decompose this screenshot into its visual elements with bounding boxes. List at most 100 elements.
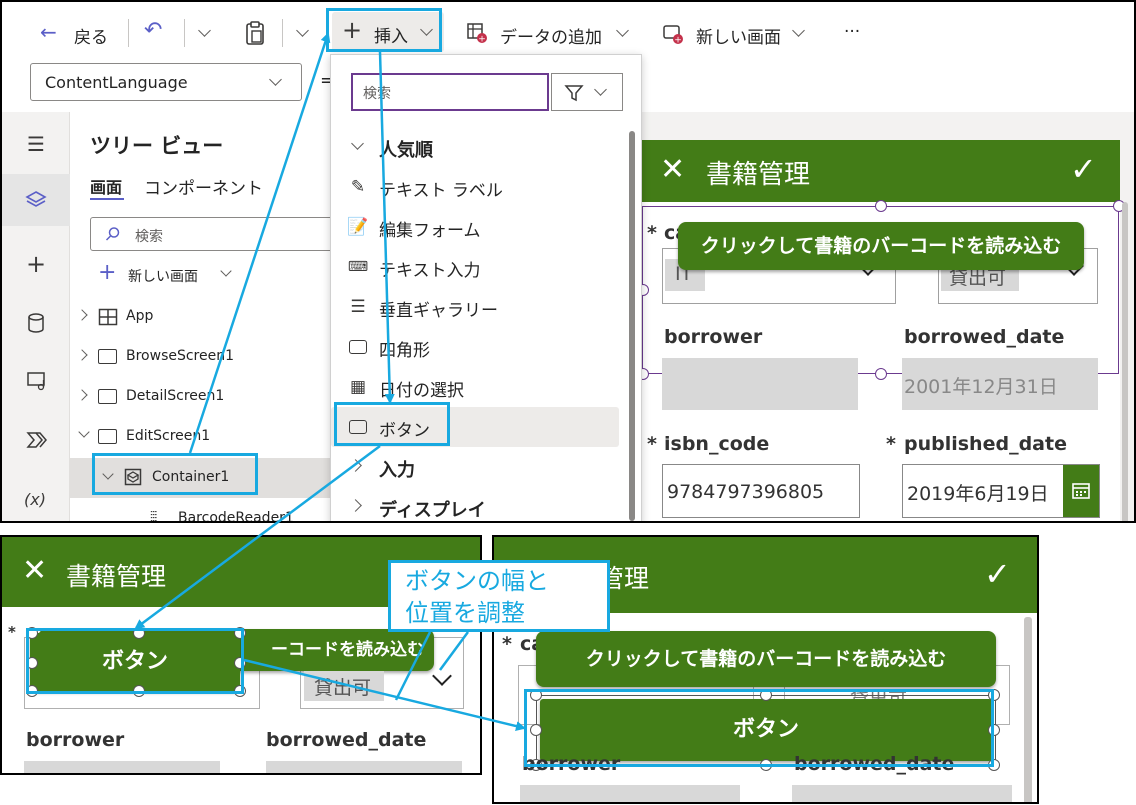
required-asterisk: *: [647, 433, 657, 455]
chevron-down-icon[interactable]: [296, 24, 309, 37]
toolbar-divider: [282, 19, 283, 47]
insert-menu: 検索 人気順 ✎ テキスト ラベル 📝 編集フォーム ⌨ テキスト入力 ☰ 垂直…: [330, 54, 642, 521]
back-arrow-icon: ←: [40, 20, 57, 44]
highlight-container1: [92, 453, 258, 495]
tree-view-title: ツリー ビュー: [90, 134, 224, 158]
menu-section-display[interactable]: ディスプレイ: [331, 487, 621, 521]
layers-icon: [25, 191, 47, 207]
power-automate-tab[interactable]: [26, 430, 48, 454]
menu-item-edit-form[interactable]: 📝 編集フォーム: [331, 207, 621, 247]
screen-title: 書籍管理: [706, 160, 811, 190]
lend-value: 貸出可: [314, 677, 372, 699]
borrower-field[interactable]: [662, 358, 858, 410]
borrower-field: [24, 761, 220, 773]
data-tab[interactable]: [26, 312, 46, 338]
label-icon: ✎: [350, 177, 366, 197]
text-input-icon: ⌨: [347, 259, 369, 275]
close-icon[interactable]: ✕: [22, 553, 47, 588]
published-date-picker[interactable]: 2019年6月19日: [902, 464, 1100, 518]
tree-item-detailscreen1[interactable]: DetailScreen1: [70, 380, 332, 414]
back-button[interactable]: ← 戻る: [38, 20, 118, 48]
menu-item-text-label[interactable]: ✎ テキスト ラベル: [331, 167, 621, 207]
paste-button[interactable]: [244, 20, 266, 46]
hamburger-menu-icon[interactable]: ☰: [22, 130, 50, 158]
resize-handle[interactable]: [875, 368, 887, 380]
undo-button[interactable]: ↶: [144, 18, 172, 46]
borrowed-date-field: [266, 761, 462, 773]
filter-icon: [564, 85, 584, 102]
menu-item-vertical-gallery[interactable]: ☰ 垂直ギャラリー: [331, 287, 621, 327]
borrowed-date-label: borrowed_date: [904, 326, 1065, 348]
menu-scrollbar[interactable]: [629, 131, 635, 521]
search-icon: [105, 227, 120, 241]
isbn-input[interactable]: 9784797396805: [662, 464, 860, 518]
chevron-right-icon: [76, 349, 88, 361]
svg-text:+: +: [674, 36, 682, 46]
menu-section-popular[interactable]: 人気順: [331, 127, 621, 167]
chevron-down-icon: [792, 24, 805, 37]
rectangle-icon: [347, 337, 369, 357]
tab-screens[interactable]: 画面: [90, 174, 124, 200]
close-icon[interactable]: ✕: [660, 152, 685, 187]
borrower-label: borrower: [26, 729, 125, 751]
chevron-down-icon: [78, 426, 90, 438]
menu-section-input[interactable]: 入力: [331, 447, 621, 487]
flow-icon: [26, 432, 47, 448]
checkmark-icon[interactable]: ✓: [1070, 150, 1097, 188]
filter-button[interactable]: [551, 73, 623, 111]
chevron-down-icon[interactable]: [198, 24, 211, 37]
property-dropdown[interactable]: ContentLanguage: [30, 63, 302, 101]
highlight-new-button: [26, 628, 244, 694]
tab-underline: [90, 198, 124, 200]
form-icon: 📝: [347, 217, 369, 237]
menu-item-date-picker[interactable]: ▦ 日付の選択: [331, 367, 621, 407]
highlight-resized-button: [524, 689, 994, 767]
left-icon-rail: ☰ + (x): [2, 112, 70, 521]
chevron-down-icon: [351, 137, 364, 150]
tree-item-barcodereader1[interactable]: ⦙⦙⦙ BarcodeReader1: [70, 502, 332, 521]
borrower-field: [520, 785, 740, 802]
tree-item-browsescreen1[interactable]: BrowseScreen1: [70, 340, 332, 374]
menu-item-text-input[interactable]: ⌨ テキスト入力: [331, 247, 621, 287]
chevron-right-icon: [349, 459, 362, 472]
borrowed-date-label: borrowed_date: [266, 729, 427, 751]
media-tab[interactable]: [26, 370, 48, 396]
scan-barcode-button[interactable]: クリックして書籍のバーコードを読み込む: [678, 222, 1084, 270]
gallery-icon: ☰: [350, 297, 366, 317]
add-data-button[interactable]: + データの追加: [466, 20, 636, 48]
canvas-scrollbar[interactable]: [1024, 617, 1032, 802]
screen-header: ✕ 書籍管理 ✓: [642, 140, 1120, 202]
more-button[interactable]: ···: [844, 22, 860, 42]
database-icon: [28, 313, 44, 333]
tree-new-screen-button[interactable]: + 新しい画面: [98, 260, 248, 288]
calendar-icon[interactable]: [1063, 465, 1099, 517]
insert-search-input[interactable]: 検索: [351, 73, 549, 111]
tree-item-app[interactable]: App: [70, 300, 332, 334]
resize-handle[interactable]: [875, 200, 887, 212]
tab-components[interactable]: コンポーネント: [144, 174, 263, 199]
menu-item-rectangle[interactable]: 四角形: [331, 327, 621, 367]
tree-search-input[interactable]: 検索: [90, 217, 340, 251]
new-screen-icon: +: [663, 25, 683, 46]
new-screen-button[interactable]: + 新しい画面: [662, 20, 812, 48]
checkmark-icon[interactable]: ✓: [984, 555, 1011, 593]
chevron-right-icon: [76, 309, 88, 321]
tree-item-editscreen1[interactable]: EditScreen1: [70, 420, 332, 454]
canvas-scrollbar[interactable]: [1122, 202, 1128, 521]
borrower-label: borrower: [664, 326, 763, 348]
borrowed-date-field[interactable]: 2001年12月31日: [902, 358, 1098, 410]
screenshot-composite: ← 戻る ↶ + 挿入 + データの追加 + 新しい画面 ··· Content…: [0, 0, 1136, 805]
required-asterisk: *: [886, 433, 896, 455]
isbn-label: isbn_code: [664, 433, 770, 455]
plus-icon: +: [98, 260, 117, 285]
scan-barcode-button[interactable]: クリックして書籍のバーコードを読み込む: [536, 631, 996, 687]
tree-view-tab[interactable]: [2, 174, 70, 226]
plus-icon[interactable]: +: [22, 250, 50, 278]
chevron-right-icon: [349, 499, 362, 512]
variables-tab[interactable]: (x): [24, 490, 46, 509]
undo-icon: ↶: [144, 18, 163, 43]
power-apps-studio: ← 戻る ↶ + 挿入 + データの追加 + 新しい画面 ··· Content…: [0, 0, 1136, 523]
app-icon: [98, 308, 118, 326]
chevron-down-icon: [616, 24, 629, 37]
calendar-icon: ▦: [349, 377, 367, 397]
